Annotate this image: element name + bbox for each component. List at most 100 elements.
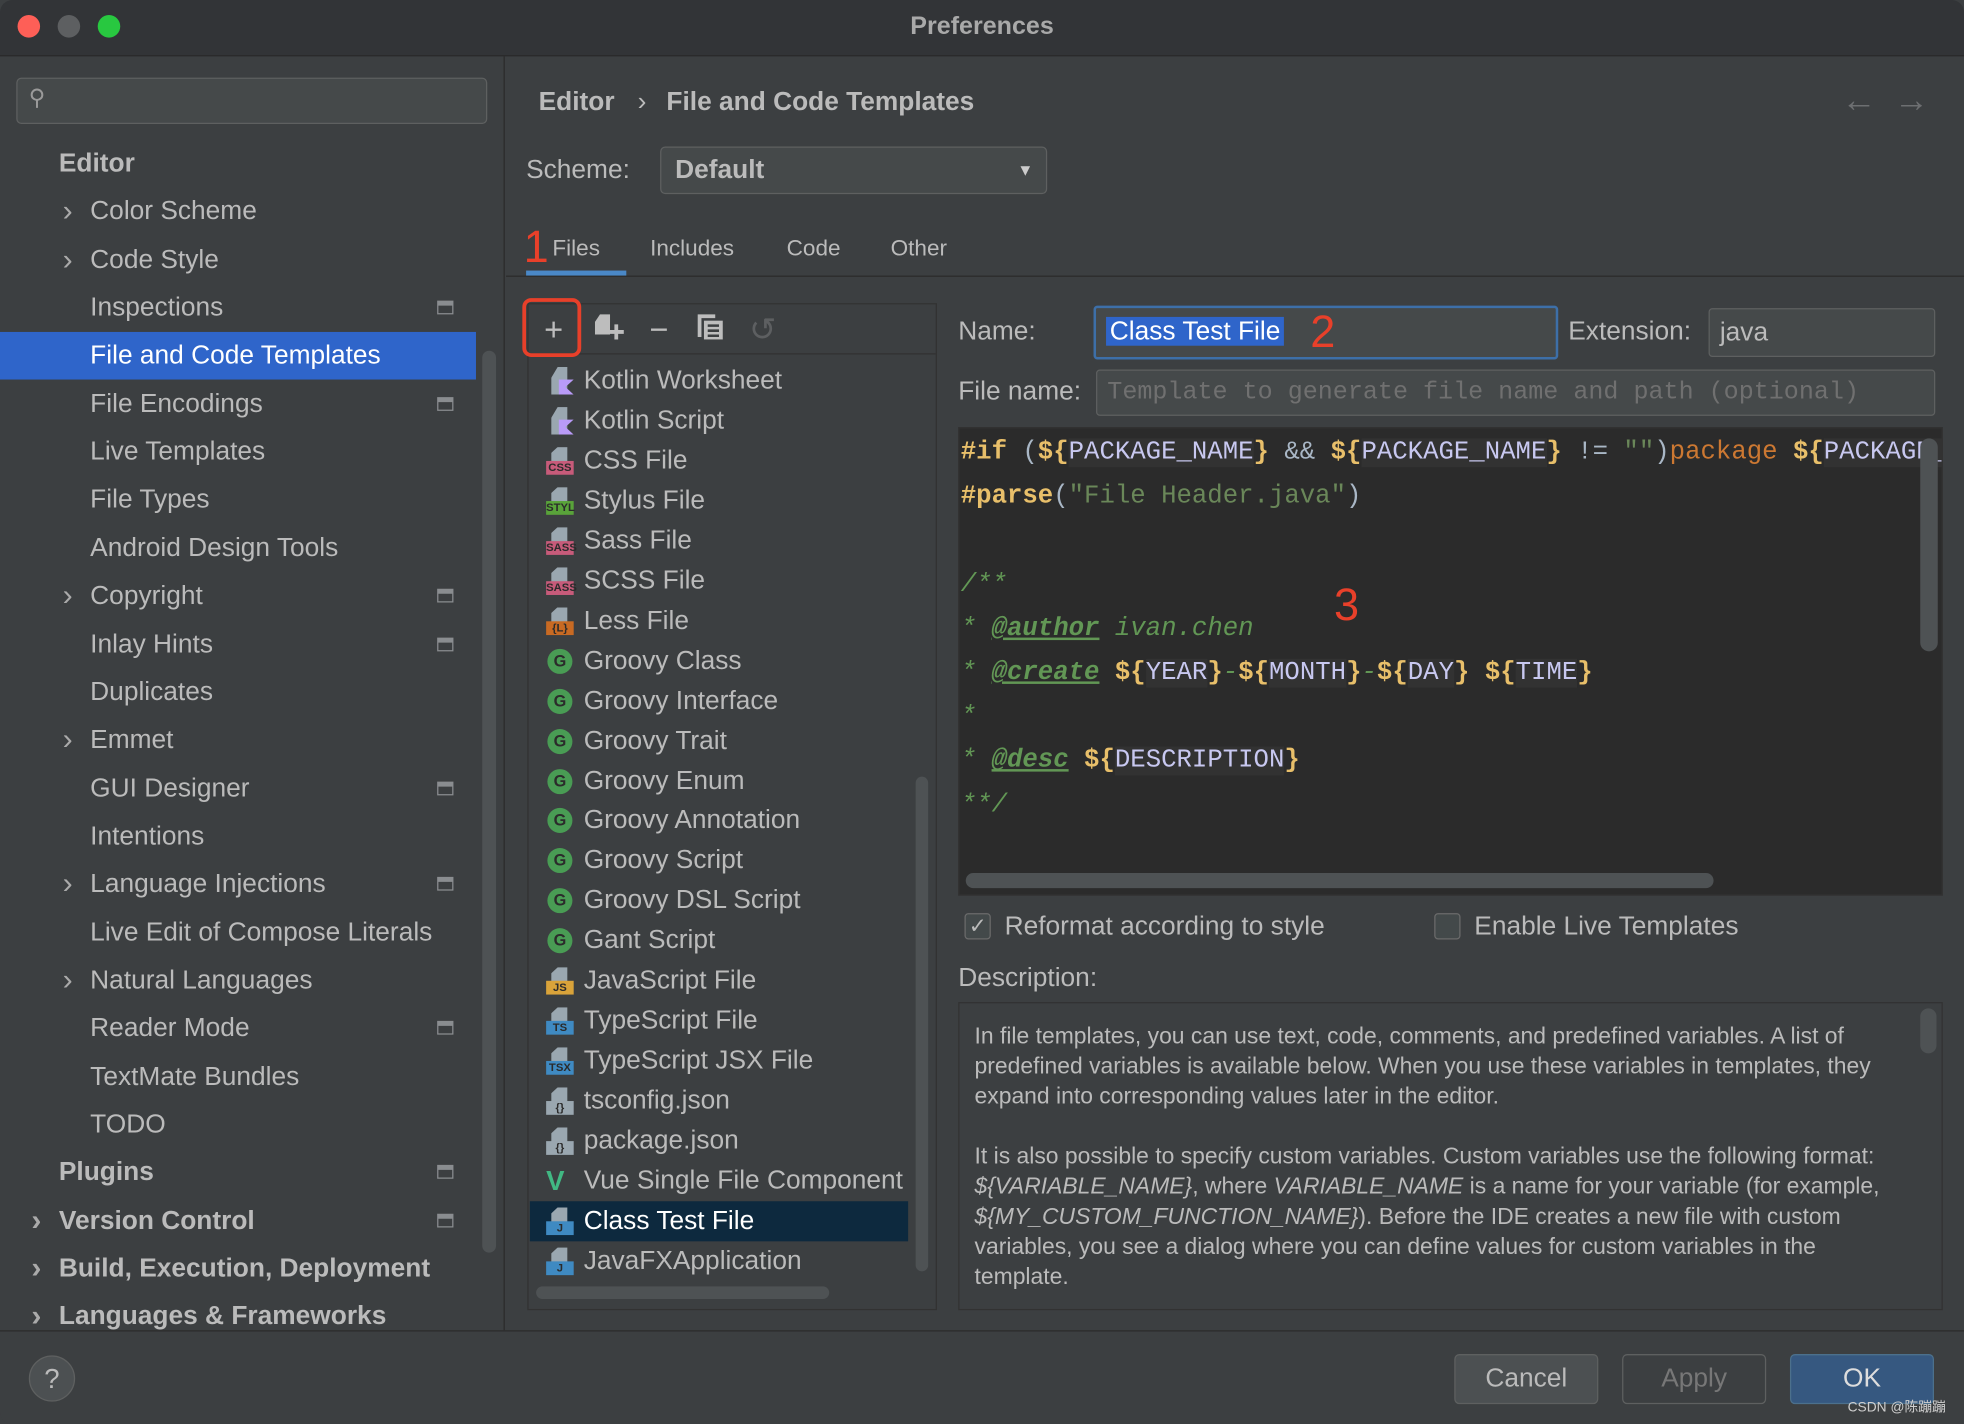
apply-button[interactable]: Apply [1622,1354,1767,1405]
sidebar-item-emmet[interactable]: › Emmet [0,717,476,765]
forward-arrow-icon[interactable]: → [1894,80,1929,120]
variable-example: ${MY_CUSTOM_FUNCTION_NAME} [974,1202,1359,1229]
template-list-item[interactable]: G Groovy Interface [530,681,908,721]
scheme-dropdown[interactable]: Default ▼ [660,146,1048,195]
project-scope-icon [437,300,454,315]
sidebar-item-languages-frameworks[interactable]: › Languages & Frameworks [0,1293,476,1341]
template-list-item[interactable]: G Groovy Class [530,641,908,681]
chevron-right-icon[interactable]: › [63,957,73,1005]
sidebar-item-duplicates[interactable]: Duplicates [0,669,476,717]
sidebar-item-version-control[interactable]: › Version Control [0,1197,476,1245]
copy-template-icon[interactable] [693,312,728,347]
sidebar-item-file-encodings[interactable]: File Encodings [0,380,476,428]
template-list-item[interactable]: {L} Less File [530,601,908,641]
sidebar-scrollbar[interactable] [482,350,497,1253]
sidebar-item-natural-languages[interactable]: › Natural Languages [0,957,476,1005]
sidebar-item-build-execution-deployment[interactable]: › Build, Execution, Deployment [0,1245,476,1293]
template-list-item[interactable]: G Groovy DSL Script [530,881,908,921]
tab-other[interactable]: Other [891,235,947,261]
tab-code[interactable]: Code [787,235,841,261]
sidebar-item-reader-mode[interactable]: Reader Mode [0,1005,476,1053]
template-list-item[interactable]: G Gant Script [530,921,908,961]
sidebar-item-code-style[interactable]: › Code Style [0,236,476,284]
reformat-checkbox[interactable]: ✓ [964,913,991,940]
code-token: } [1284,747,1300,776]
code-token: #if [960,438,1007,468]
sidebar-item-live-edit-of-compose-literals[interactable]: Live Edit of Compose Literals [0,909,476,957]
sidebar-item-textmate-bundles[interactable]: TextMate Bundles [0,1053,476,1101]
template-list-item[interactable]: {} package.json [530,1121,908,1161]
chevron-right-icon[interactable]: › [63,236,73,284]
template-list-item[interactable]: G Groovy Trait [530,721,908,761]
code-line: /** [961,563,1007,607]
vue-icon: V [546,1164,565,1197]
sidebar-item-file-types[interactable]: File Types [0,477,476,525]
sidebar-item-intentions[interactable]: Intentions [0,813,476,861]
sidebar-item-inlay-hints[interactable]: Inlay Hints [0,621,476,669]
chevron-right-icon[interactable]: › [63,573,73,621]
template-list-item[interactable]: G Groovy Enum [530,761,908,801]
variable-example: ${VARIABLE_NAME} [974,1172,1193,1199]
groovy-icon: G [546,927,574,955]
code-token: TIME [1515,658,1578,688]
template-list-item[interactable]: G Groovy Script [530,841,908,881]
add-child-template-icon[interactable] [591,312,626,347]
tab-files[interactable]: Files [552,235,600,261]
template-list-item[interactable]: TSX TypeScript JSX File [530,1041,908,1081]
template-list-item[interactable]: Kotlin Worksheet [530,361,908,401]
list-horizontal-scrollbar[interactable] [536,1286,830,1299]
template-list-item[interactable]: STYL Stylus File [530,481,908,521]
breadcrumb-parent[interactable]: Editor [539,88,615,118]
chevron-right-icon[interactable]: › [63,861,73,909]
sidebar-item-copyright[interactable]: › Copyright [0,573,476,621]
template-list-item[interactable]: JS JavaScript File [530,961,908,1001]
sidebar-item-editor[interactable]: Editor [0,140,476,188]
project-scope-icon [437,877,454,891]
tab-includes[interactable]: Includes [650,235,734,261]
template-list-item[interactable]: CSS CSS File [530,441,908,481]
sidebar-item-live-templates[interactable]: Live Templates [0,429,476,477]
template-list-item[interactable]: J JavaFXApplication [530,1241,908,1281]
template-list-item[interactable]: V Vue Single File Component [530,1161,908,1201]
code-token: package [1669,438,1778,468]
template-list-item[interactable]: J Class Test File [529,1201,909,1242]
description-paragraph-2: It is also possible to specify custom va… [975,1141,1892,1291]
extension-input[interactable]: java [1708,308,1936,357]
file-name-input[interactable]: Template to generate file name and path … [1096,369,1936,416]
template-list-item[interactable]: G Groovy Annotation [530,801,908,841]
chevron-right-icon[interactable]: › [31,1197,41,1245]
template-list-item[interactable]: {} tsconfig.json [530,1081,908,1121]
enable-live-templates-checkbox[interactable] [1434,913,1461,940]
list-vertical-scrollbar[interactable] [915,776,929,1272]
template-list-item[interactable]: SASS SCSS File [530,561,908,601]
template-list-item[interactable]: TS TypeScript File [530,1001,908,1041]
sidebar-item-color-scheme[interactable]: › Color Scheme [0,188,476,236]
cancel-button[interactable]: Cancel [1454,1354,1599,1405]
editor-horizontal-scrollbar[interactable] [965,873,1714,889]
project-scope-icon [437,588,454,603]
reset-icon[interactable]: ↺ [745,312,780,347]
sidebar-item-gui-designer[interactable]: GUI Designer [0,765,476,813]
kotlin-file-icon [546,367,574,395]
template-list-item[interactable]: SASS Sass File [530,521,908,561]
template-code-editor[interactable]: #if (${PACKAGE_NAME} && ${PACKAGE_NAME} … [958,427,1943,896]
chevron-right-icon[interactable]: › [31,1245,41,1293]
editor-vertical-scrollbar[interactable] [1920,438,1938,652]
sidebar-item-inspections[interactable]: Inspections [0,284,476,332]
settings-search-input[interactable]: ⚲ [16,77,488,125]
sidebar-item-plugins[interactable]: Plugins [0,1149,476,1197]
description-scrollbar[interactable] [1920,1008,1937,1054]
chevron-right-icon[interactable]: › [63,717,73,765]
sidebar-item-todo[interactable]: TODO [0,1101,476,1149]
back-arrow-icon[interactable]: ← [1841,80,1876,120]
remove-template-icon[interactable]: − [641,312,676,347]
chevron-right-icon[interactable]: › [31,1293,41,1341]
template-list-item[interactable]: Kotlin Script [530,401,908,441]
project-scope-icon [437,1021,454,1036]
code-token: - [1361,658,1377,688]
chevron-right-icon[interactable]: › [63,188,73,236]
sidebar-item-android-design-tools[interactable]: Android Design Tools [0,525,476,573]
sidebar-item-file-and-code-templates[interactable]: File and Code Templates [0,332,476,381]
sidebar-item-language-injections[interactable]: › Language Injections [0,861,476,909]
help-button[interactable]: ? [28,1355,76,1402]
